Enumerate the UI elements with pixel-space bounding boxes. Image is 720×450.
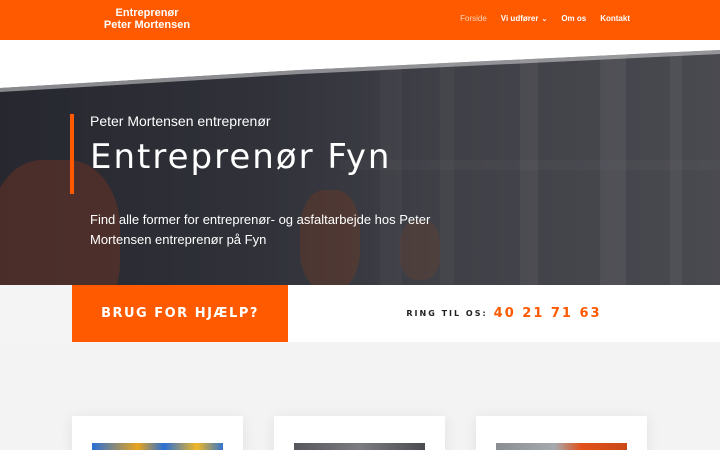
card-image [294,443,425,450]
accent-bar [70,114,74,194]
hero-description: Find alle former for entreprenør- og asf… [90,212,431,247]
help-button[interactable]: BRUG FOR HJÆLP? [72,285,288,342]
phone-banner: RING TIL OS: 40 21 71 63 [288,285,720,342]
ring-label: RING TIL OS: [406,309,488,318]
logo-line-2: Peter Mortensen [103,19,191,31]
main-nav: Forside Vi udfører ⌄ Om os Kontakt [446,14,630,23]
card-image [92,443,223,450]
service-card[interactable] [274,416,445,450]
logo-line-1: Entreprenør [115,7,179,19]
nav-label: Vi udfører [500,14,539,23]
service-card[interactable] [72,416,243,450]
nav-item-kontakt[interactable]: Kontakt [600,14,630,23]
phone-number-link[interactable]: 40 21 71 63 [494,306,602,321]
card-image [496,443,627,450]
hero-title: Entreprenør Fyn [90,137,392,177]
hero-section: Peter Mortensen entreprenør Entreprenør … [0,40,720,285]
nav-item-vi-udforer[interactable]: Vi udfører ⌄ [501,14,548,23]
service-card[interactable] [476,416,647,450]
hero-top-wedge [0,40,720,92]
nav-label: Om os [561,14,587,23]
site-header: Entreprenør Peter Mortensen Forside Vi u… [0,0,720,40]
nav-item-om-os[interactable]: Om os [561,14,586,23]
nav-item-forside[interactable]: Forside [460,14,487,23]
nav-label: Forside [460,14,487,23]
hero-subtitle: Peter Mortensen entreprenør [90,113,271,129]
chevron-down-icon: ⌄ [541,15,548,23]
nav-label: Kontakt [600,14,630,23]
help-button-label: BRUG FOR HJÆLP? [101,306,259,321]
site-logo[interactable]: Entreprenør Peter Mortensen [92,7,202,31]
